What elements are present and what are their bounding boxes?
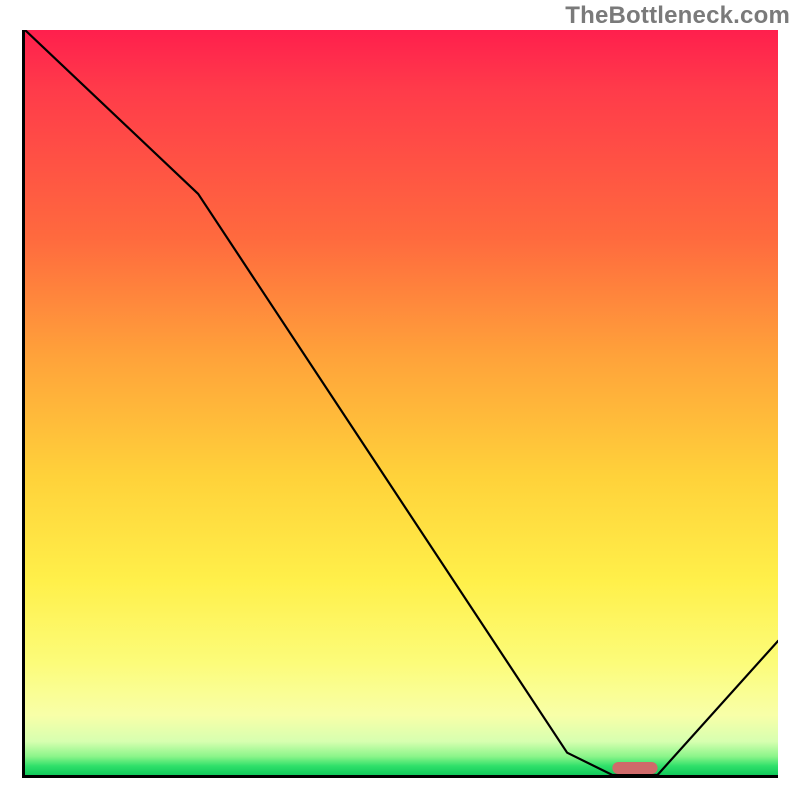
chart-container: TheBottleneck.com <box>0 0 800 800</box>
bottleneck-curve <box>25 30 778 775</box>
watermark-text: TheBottleneck.com <box>565 2 790 30</box>
plot-inner <box>25 30 778 775</box>
optimal-range-marker <box>612 762 657 774</box>
curve-svg <box>25 30 778 775</box>
plot-area <box>22 30 778 778</box>
